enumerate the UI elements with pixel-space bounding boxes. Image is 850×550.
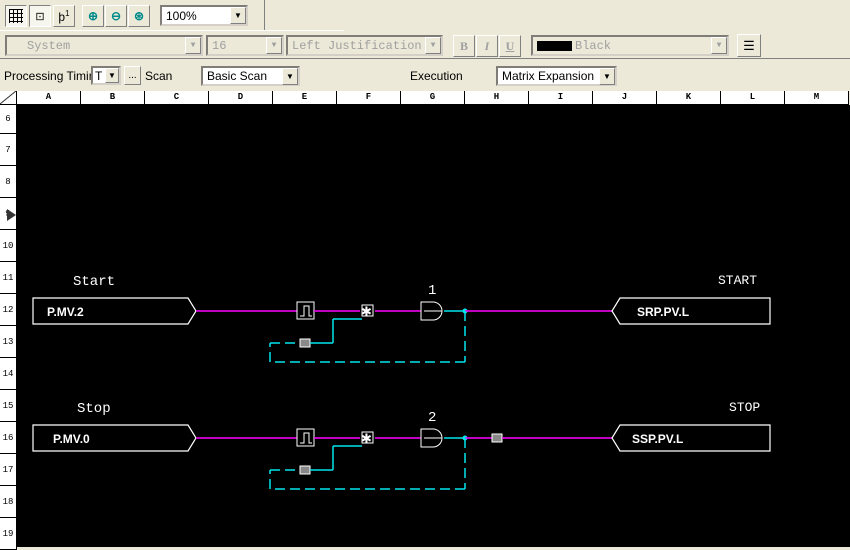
chevron-down-icon: ▼ [425,37,441,54]
junction-asterisk-icon: ✱ [361,432,372,447]
output-comment: STOP [729,400,760,415]
row-header-11[interactable]: 11 [0,262,17,294]
zoom-fit-button[interactable]: ⊛ [128,5,150,27]
output-comment: START [718,273,757,288]
properties-button[interactable]: ☰ [737,34,761,57]
feedback-block-icon[interactable] [299,465,311,475]
row-header-16[interactable]: 16 [0,422,17,454]
diagram-canvas[interactable]: Start P.MV.2 ✱ 1 SRP.PV.L START Stop P.MV.0 ✱ 2 S… [17,105,850,547]
column-header-L[interactable]: L [721,91,785,105]
column-header-J[interactable]: J [593,91,657,105]
column-header-H[interactable]: H [465,91,529,105]
chevron-down-icon: ▼ [230,7,246,24]
size-select[interactable]: 16 ▼ [206,35,284,56]
connect-button[interactable]: ⊡ [29,5,51,27]
list-icon: ☰ [743,37,755,53]
zoom-in-button[interactable]: ⊕ [82,5,104,27]
justification-select[interactable]: Left Justification ▼ [286,35,443,56]
pulse-glyph [300,305,312,317]
zoom-out-button[interactable]: ⊖ [105,5,127,27]
grid-toggle-button[interactable] [5,5,27,27]
column-header-G[interactable]: G [401,91,465,105]
pulse-glyph [300,432,312,444]
grid-icon [9,9,23,23]
rung-start: Start P.MV.2 ✱ 1 SRP.PV.L START [32,273,771,363]
gate-number: 2 [428,410,436,426]
input-tag: P.MV.0 [53,432,90,446]
chevron-down-icon: ▼ [599,68,615,85]
bold-button[interactable]: B [453,35,475,57]
input-tag: P.MV.2 [47,305,84,319]
italic-button[interactable]: I [476,35,498,57]
timing-select[interactable]: T ▼ [91,66,121,85]
zoom-fit-icon: ⊛ [133,9,145,23]
chevron-down-icon: ▼ [266,37,282,54]
column-header-A[interactable]: A [17,91,81,105]
row-header-6[interactable]: 6 [0,105,17,134]
column-header-F[interactable]: F [337,91,401,105]
current-row-marker-icon [7,209,16,221]
column-header-C[interactable]: C [145,91,209,105]
output-tag: SSP.PV.L [632,432,683,446]
row-header-10[interactable]: 10 [0,230,17,262]
gate-number: 1 [428,283,436,299]
input-comment: Start [73,274,115,290]
underline-button[interactable]: U [499,35,521,57]
scan-label: Scan [145,69,173,83]
color-swatch [537,40,572,51]
column-header-K[interactable]: K [657,91,721,105]
row-header-19[interactable]: 19 [0,518,17,550]
corner-cell[interactable] [0,91,17,105]
column-header-D[interactable]: D [209,91,273,105]
junction-asterisk-icon: ✱ [361,305,372,320]
row-header-18[interactable]: 18 [0,486,17,518]
font-select[interactable]: System ▼ [5,35,203,56]
row-header-13[interactable]: 13 [0,326,17,358]
chevron-down-icon: ▼ [185,37,201,54]
chevron-down-icon: ▼ [711,37,727,54]
scan-select[interactable]: Basic Scan ▼ [201,66,300,86]
column-header-E[interactable]: E [273,91,337,105]
column-header-B[interactable]: B [81,91,145,105]
zoom-in-icon: ⊕ [87,9,99,23]
row-header-7[interactable]: 7 [0,134,17,166]
row-header-8[interactable]: 8 [0,166,17,198]
row-header-12[interactable]: 12 [0,294,17,326]
zoom-select[interactable]: 100% ▼ [160,5,248,26]
chevron-down-icon: ▼ [105,68,119,83]
connect-icon: ⊡ [35,10,45,23]
output-tag: SRP.PV.L [637,305,689,319]
input-comment: Stop [77,401,111,417]
color-select[interactable]: Black ▼ [531,35,729,56]
rung-stop: Stop P.MV.0 ✱ 2 SSP.PV.L STOP [32,400,771,490]
number-icon: þ1 [58,8,70,24]
row-header-17[interactable]: 17 [0,454,17,486]
row-header-14[interactable]: 14 [0,358,17,390]
zoom-out-icon: ⊖ [110,9,122,23]
feedback-block-icon[interactable] [299,338,311,348]
row-header-15[interactable]: 15 [0,390,17,422]
column-header-M[interactable]: M [785,91,849,105]
chevron-down-icon: ▼ [282,68,298,85]
browse-button[interactable]: ... [124,66,141,85]
output-tag-box[interactable] [611,297,771,325]
timing-label: Processing Timing [4,69,103,83]
delay-block-icon[interactable] [491,433,503,443]
execution-label: Execution [410,69,463,83]
column-header-I[interactable]: I [529,91,593,105]
number-button[interactable]: þ1 [53,5,75,27]
execution-select[interactable]: Matrix Expansion ▼ [496,66,617,86]
